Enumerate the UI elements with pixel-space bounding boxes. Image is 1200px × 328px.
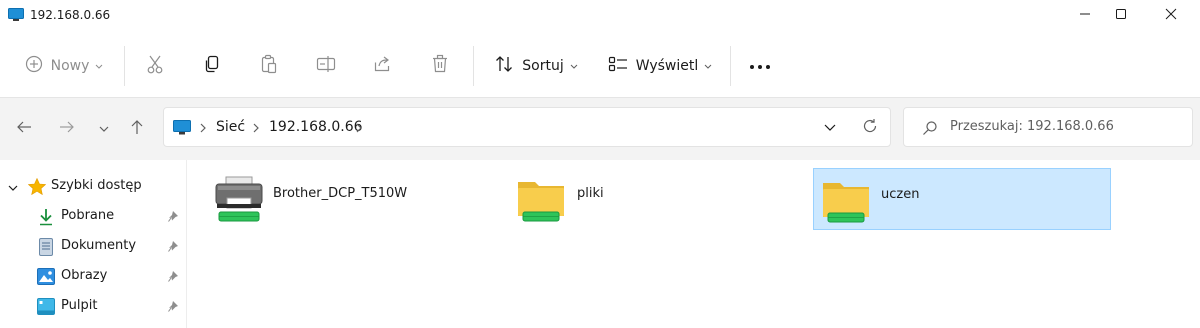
cut-button[interactable] — [139, 50, 171, 82]
search-placeholder: Przeszukaj: 192.168.0.66 — [950, 119, 1114, 134]
sidebar-item-documents[interactable]: Dokumenty — [0, 231, 186, 261]
share-icon — [373, 55, 393, 77]
pin-icon — [168, 300, 179, 316]
sort-button[interactable]: Sortuj — [488, 50, 584, 82]
refresh-button[interactable] — [858, 118, 882, 138]
toolbar-divider — [124, 46, 125, 86]
chevron-right-icon — [356, 122, 363, 137]
shared-folder-icon — [820, 177, 872, 229]
monitor-icon — [8, 8, 24, 22]
navigation-pane: Szybki dostęp Pobrane Dokumenty Obrazy P… — [0, 160, 187, 328]
forward-button[interactable] — [55, 118, 79, 140]
sidebar-item-desktop[interactable]: Pulpit — [0, 291, 186, 321]
search-icon — [922, 120, 938, 140]
paste-button[interactable] — [253, 50, 285, 82]
pin-icon — [168, 210, 179, 226]
sidebar-item-label: Obrazy — [61, 268, 108, 283]
close-button[interactable] — [1148, 0, 1194, 32]
sidebar-item-label: Pobrane — [61, 208, 115, 223]
list-item-printer[interactable]: Brother_DCP_T510W — [207, 168, 505, 230]
item-name: pliki — [577, 186, 604, 201]
list-item-folder[interactable]: pliki — [509, 168, 807, 230]
sidebar-item-quick-access[interactable]: Szybki dostęp — [0, 171, 186, 201]
sidebar-item-label: Szybki dostęp — [51, 178, 142, 193]
more-icon — [749, 59, 771, 74]
cut-icon — [146, 54, 164, 78]
search-box[interactable]: Przeszukaj: 192.168.0.66 — [903, 107, 1193, 147]
chevron-down-icon — [570, 59, 578, 74]
window-title: 192.168.0.66 — [30, 8, 111, 22]
sidebar-item-label: Pulpit — [61, 298, 98, 313]
list-item-folder-selected[interactable]: uczen — [813, 168, 1111, 230]
chevron-down-icon — [95, 59, 103, 74]
shared-folder-icon — [515, 176, 567, 228]
pin-icon — [168, 240, 179, 256]
refresh-icon — [862, 118, 878, 138]
address-bar[interactable]: Sieć 192.168.0.66 — [163, 107, 891, 147]
sidebar-item-downloads[interactable]: Pobrane — [0, 201, 186, 231]
paste-icon — [260, 54, 278, 78]
item-name: uczen — [881, 187, 920, 202]
chevron-right-icon — [253, 122, 260, 137]
more-button[interactable] — [744, 50, 776, 82]
view-icon — [608, 55, 628, 77]
toolbar-divider — [473, 46, 474, 86]
arrow-up-icon — [130, 119, 144, 139]
command-bar: Nowy Sortuj Wyświetl — [0, 32, 1200, 98]
share-button[interactable] — [367, 50, 399, 82]
copy-icon — [203, 54, 221, 78]
printer-icon — [213, 176, 265, 228]
breadcrumb-network[interactable]: Sieć — [216, 119, 245, 135]
chevron-down-icon — [99, 122, 109, 137]
new-label: Nowy — [50, 58, 90, 74]
documents-icon — [39, 238, 53, 260]
file-list: Brother_DCP_T510W pliki uczen — [188, 160, 1200, 328]
recent-locations-button[interactable] — [92, 118, 116, 140]
sidebar-item-pictures[interactable]: Obrazy — [0, 261, 186, 291]
rename-icon — [316, 55, 336, 77]
download-icon — [38, 208, 54, 230]
minimize-icon — [1079, 8, 1091, 24]
sidebar-item-label: Dokumenty — [61, 238, 137, 253]
pictures-icon — [37, 268, 55, 289]
view-button[interactable]: Wyświetl — [602, 50, 718, 82]
arrow-right-icon — [59, 120, 75, 138]
title-bar: 192.168.0.66 — [0, 0, 1200, 32]
maximize-icon — [1115, 8, 1127, 24]
star-icon — [27, 177, 47, 199]
navigation-bar: Sieć 192.168.0.66 Przeszukaj: 192.168.0.… — [0, 98, 1200, 160]
close-icon — [1165, 8, 1177, 24]
pin-icon — [168, 270, 179, 286]
desktop-icon — [37, 298, 55, 319]
chevron-down-icon — [704, 59, 712, 74]
up-button[interactable] — [125, 118, 149, 140]
delete-icon — [431, 54, 449, 78]
chevron-down-icon — [8, 181, 18, 196]
copy-button[interactable] — [196, 50, 228, 82]
sort-icon — [494, 55, 514, 77]
arrow-left-icon — [16, 120, 32, 138]
sort-label: Sortuj — [522, 58, 564, 74]
new-button[interactable]: Nowy — [18, 50, 110, 82]
item-name: Brother_DCP_T510W — [273, 186, 408, 201]
maximize-button[interactable] — [1098, 0, 1144, 32]
chevron-down-icon — [824, 121, 836, 136]
add-icon — [25, 55, 43, 77]
breadcrumb-host[interactable]: 192.168.0.66 — [269, 119, 363, 135]
monitor-icon — [173, 120, 191, 140]
view-label: Wyświetl — [635, 58, 699, 74]
rename-button[interactable] — [310, 50, 342, 82]
address-history-button[interactable] — [818, 118, 842, 138]
delete-button[interactable] — [424, 50, 456, 82]
chevron-right-icon — [200, 122, 207, 137]
toolbar-divider — [730, 46, 731, 86]
back-button[interactable] — [12, 118, 36, 140]
